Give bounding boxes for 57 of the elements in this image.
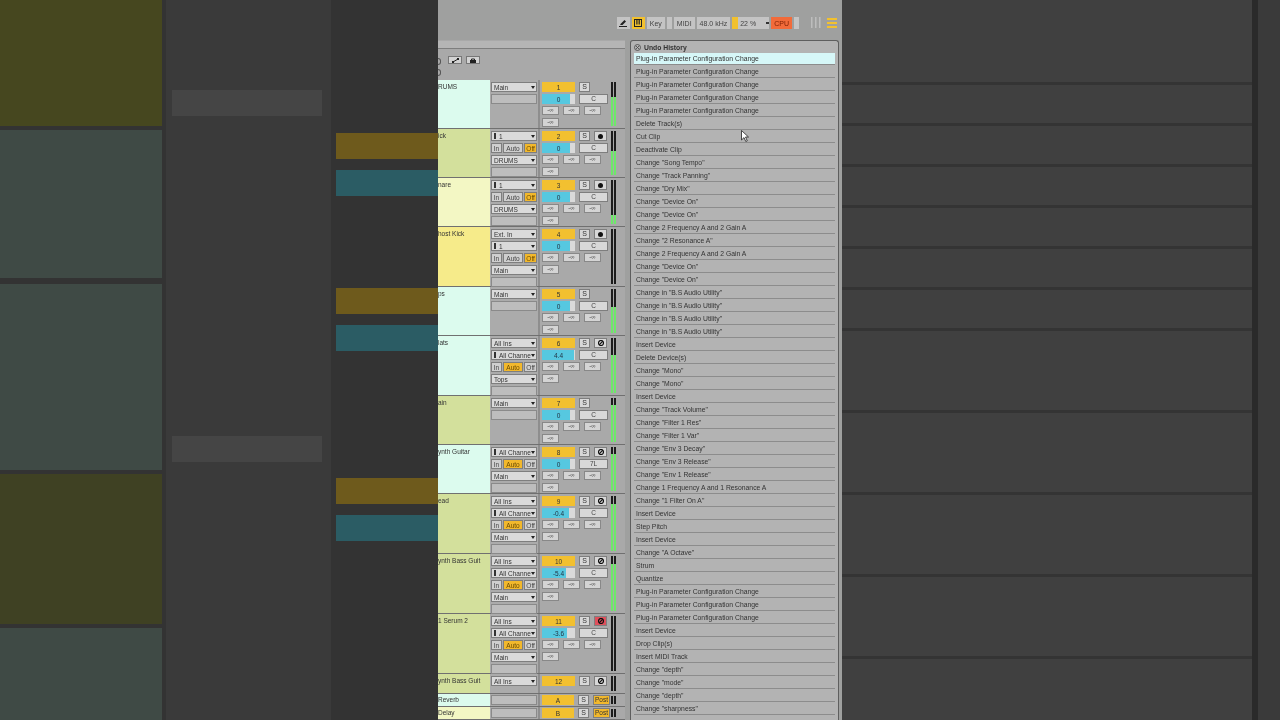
caret-icon (531, 595, 535, 599)
record-dot-icon (598, 231, 603, 237)
caret-icon (531, 511, 535, 515)
arm-button[interactable] (594, 447, 607, 457)
cpu-indicator (794, 17, 799, 29)
slashed-circle-icon (597, 678, 604, 684)
slashed-circle-icon (597, 498, 604, 504)
expand-button[interactable] (448, 56, 462, 64)
key-indicator (666, 17, 672, 29)
caret-icon (531, 401, 535, 405)
caret-icon (531, 474, 535, 478)
caret-icon (531, 244, 535, 248)
arm-button[interactable] (594, 229, 607, 239)
arm-button[interactable] (594, 556, 607, 566)
caret-icon (531, 292, 535, 296)
caret-icon (531, 341, 535, 345)
caret-icon (531, 655, 535, 659)
arm-button[interactable] (594, 496, 607, 506)
lock-icon (470, 57, 476, 63)
level-meter (610, 707, 619, 719)
draw-mode-button[interactable] (616, 17, 630, 29)
caret-icon (531, 499, 535, 503)
slashed-circle-icon (597, 340, 604, 346)
record-dot-icon (598, 182, 603, 188)
caret-icon (531, 679, 535, 683)
slashed-circle-icon (597, 558, 604, 564)
caret-icon (531, 619, 535, 623)
lock-button[interactable] (466, 56, 480, 64)
close-button[interactable] (633, 43, 641, 51)
caret-icon (531, 571, 535, 575)
arm-button[interactable] (594, 180, 607, 190)
expand-icon (451, 57, 459, 63)
caret-icon (531, 207, 535, 211)
caret-icon (531, 559, 535, 563)
slashed-circle-icon (597, 618, 604, 624)
pencil-icon (619, 19, 628, 27)
dash-icon (766, 22, 770, 24)
caret-icon (531, 377, 535, 381)
caret-icon (531, 631, 535, 635)
caret-icon (531, 232, 535, 236)
mouse-cursor-icon (741, 130, 749, 142)
caret-icon (531, 353, 535, 357)
caret-icon (531, 535, 535, 539)
caret-icon (531, 158, 535, 162)
caret-icon (531, 183, 535, 187)
record-dot-icon (598, 133, 603, 139)
keyboard-icon (634, 19, 643, 27)
slashed-circle-icon (597, 449, 604, 455)
caret-icon (531, 450, 535, 454)
caret-icon (531, 268, 535, 272)
keyboard-mode-button[interactable] (631, 17, 645, 29)
arm-button[interactable] (594, 676, 607, 686)
caret-icon (531, 134, 535, 138)
arm-button[interactable] (594, 338, 607, 348)
arm-button[interactable] (594, 131, 607, 141)
close-icon (633, 43, 641, 51)
caret-icon (531, 85, 535, 89)
